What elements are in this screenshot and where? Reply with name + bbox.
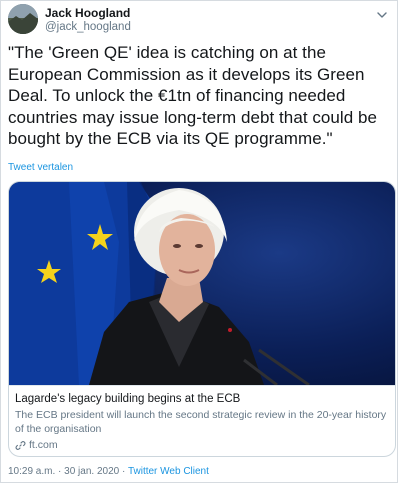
chevron-down-icon[interactable] <box>375 8 389 22</box>
author-name[interactable]: Jack Hoogland <box>45 6 130 20</box>
link-icon <box>15 440 26 450</box>
card-domain-label: ft.com <box>29 439 58 451</box>
tweet-date[interactable]: 30 jan. 2020 <box>64 466 119 477</box>
card-domain: ft.com <box>15 439 58 451</box>
tweet-container: Jack Hoogland @jack_hoogland "The 'Green… <box>0 0 398 483</box>
tweet-source[interactable]: Twitter Web Client <box>128 466 209 477</box>
avatar-image <box>8 4 38 34</box>
tweet-time[interactable]: 10:29 a.m. <box>8 466 55 477</box>
card-title: Lagarde's legacy building begins at the … <box>15 393 241 405</box>
avatar[interactable] <box>8 4 38 34</box>
author-handle[interactable]: @jack_hoogland <box>45 21 131 33</box>
card-image <box>9 182 395 385</box>
translate-link[interactable]: Tweet vertalen <box>8 162 73 173</box>
tweet-text: "The 'Green QE' idea is catching on at t… <box>8 43 378 148</box>
meta-separator: · <box>55 466 65 477</box>
link-card[interactable]: Lagarde's legacy building begins at the … <box>8 181 396 457</box>
meta-separator-2: · <box>119 466 128 477</box>
card-description: The ECB president will launch the second… <box>15 409 387 435</box>
tweet-meta: 10:29 a.m. · 30 jan. 2020 · Twitter Web … <box>8 466 209 477</box>
card-body: Lagarde's legacy building begins at the … <box>9 385 395 456</box>
